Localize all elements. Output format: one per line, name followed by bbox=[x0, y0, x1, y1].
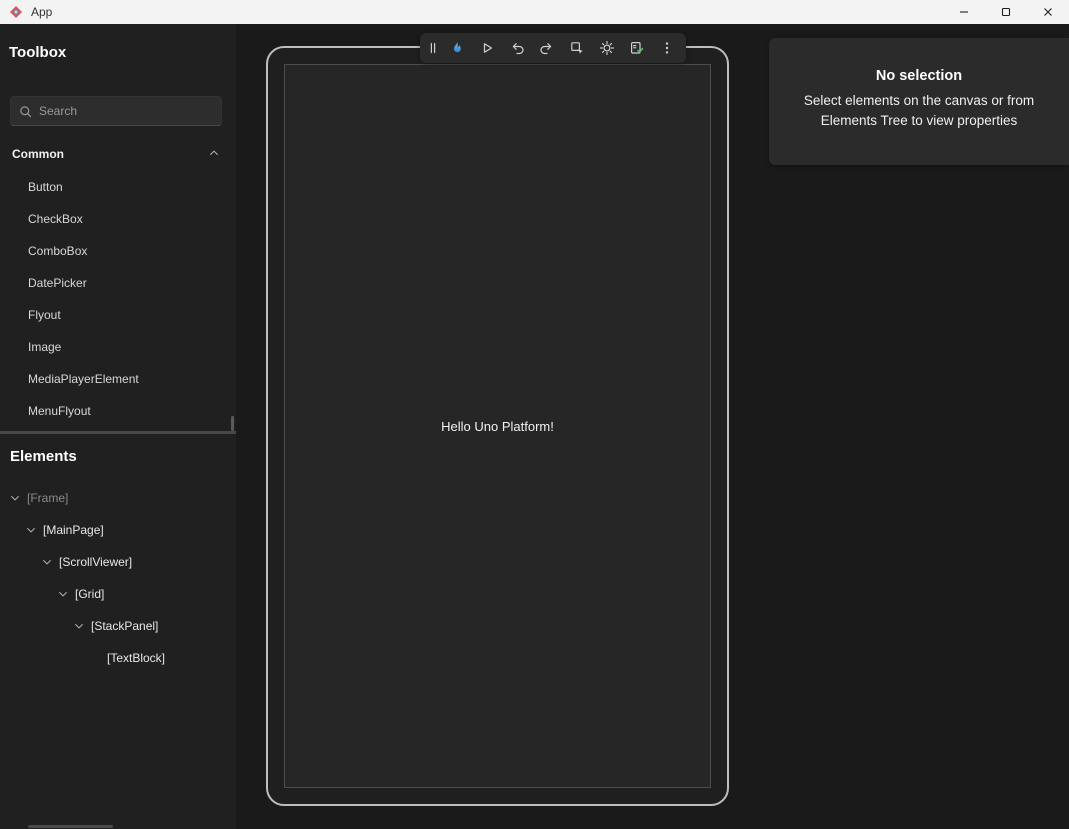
redo-icon bbox=[539, 40, 555, 56]
section-label: Common bbox=[12, 147, 208, 161]
hot-reload-flame-button[interactable] bbox=[443, 35, 471, 61]
toolbox-title: Toolbox bbox=[0, 24, 236, 61]
device-frame: Hello Uno Platform! bbox=[266, 46, 729, 806]
search-input[interactable] bbox=[39, 104, 213, 118]
no-selection-title: No selection bbox=[769, 68, 1069, 84]
tree-node-mainpage[interactable]: [MainPage] bbox=[0, 514, 236, 546]
tree-node-label: [ScrollViewer] bbox=[59, 555, 132, 569]
play-button[interactable] bbox=[473, 35, 501, 61]
undo-icon bbox=[509, 40, 525, 56]
toolbox-item-flyout[interactable]: Flyout bbox=[0, 299, 236, 331]
no-selection-message: Select elements on the canvas or from El… bbox=[788, 91, 1050, 132]
chevron-down-icon[interactable] bbox=[72, 620, 86, 632]
more-icon bbox=[659, 40, 675, 56]
tree-node-scrollviewer[interactable]: [ScrollViewer] bbox=[0, 546, 236, 578]
chevron-up-icon bbox=[208, 147, 220, 162]
tree-node-label: [Frame] bbox=[27, 491, 68, 505]
search-icon bbox=[19, 105, 32, 118]
toolbox-item-passwordbox[interactable]: PasswordBox bbox=[0, 427, 236, 431]
tree-node-label: [TextBlock] bbox=[107, 651, 165, 665]
toolbox-item-combobox[interactable]: ComboBox bbox=[0, 235, 236, 267]
maximize-icon bbox=[1001, 7, 1011, 17]
play-icon bbox=[479, 40, 495, 56]
sidebar: Toolbox Common ButtonCheckBoxComboBoxDat… bbox=[0, 24, 236, 829]
toolbox-list: ButtonCheckBoxComboBoxDatePickerFlyoutIm… bbox=[0, 171, 236, 431]
elements-panel: Elements [Frame] [MainPage] [ScrollViewer]… bbox=[0, 434, 236, 829]
window-controls bbox=[943, 0, 1069, 24]
design-canvas-area: Hello Uno Platform! No selection Select … bbox=[236, 24, 1069, 829]
hot-reload-flame-icon bbox=[449, 40, 465, 56]
chevron-down-icon[interactable] bbox=[8, 492, 22, 504]
toolbox-item-datepicker[interactable]: DatePicker bbox=[0, 267, 236, 299]
toolbox-searchbox[interactable] bbox=[10, 96, 222, 126]
app-logo-icon bbox=[9, 5, 23, 19]
element-picker-button[interactable] bbox=[563, 35, 591, 61]
chevron-down-icon[interactable] bbox=[56, 588, 70, 600]
element-picker-icon bbox=[569, 40, 585, 56]
minimize-icon bbox=[959, 7, 969, 17]
tree-node-stackpanel[interactable]: [StackPanel] bbox=[0, 610, 236, 642]
titlebar: App bbox=[0, 0, 1069, 24]
toolbox-item-button[interactable]: Button bbox=[0, 171, 236, 203]
tree-node-label: [MainPage] bbox=[43, 523, 104, 537]
tree-node-frame[interactable]: [Frame] bbox=[0, 482, 236, 514]
properties-panel: No selection Select elements on the canv… bbox=[769, 38, 1069, 165]
theme-sun-button[interactable] bbox=[593, 35, 621, 61]
tree-node-textblock[interactable]: [TextBlock] bbox=[0, 642, 236, 674]
toolbox-item-checkbox[interactable]: CheckBox bbox=[0, 203, 236, 235]
elements-tree: [Frame] [MainPage] [ScrollViewer] [Grid] [St… bbox=[0, 482, 236, 674]
undo-button[interactable] bbox=[503, 35, 531, 61]
toolbox-item-mediaplayerelement[interactable]: MediaPlayerElement bbox=[0, 363, 236, 395]
design-toolbar bbox=[420, 33, 686, 63]
close-button[interactable] bbox=[1027, 0, 1069, 24]
validation-button[interactable] bbox=[623, 35, 651, 61]
toolbox-item-image[interactable]: Image bbox=[0, 331, 236, 363]
chevron-down-icon[interactable] bbox=[24, 524, 38, 536]
minimize-button[interactable] bbox=[943, 0, 985, 24]
drag-handle[interactable] bbox=[425, 35, 441, 61]
horizontal-scrollbar-thumb[interactable] bbox=[28, 825, 113, 828]
elements-title: Elements bbox=[0, 434, 236, 465]
theme-sun-icon bbox=[599, 40, 615, 56]
vertical-scrollbar-thumb[interactable] bbox=[231, 416, 234, 431]
grip-icon bbox=[425, 40, 441, 56]
window-title: App bbox=[31, 5, 52, 19]
canvas-textblock[interactable]: Hello Uno Platform! bbox=[441, 419, 554, 434]
toolbox-section-common[interactable]: Common bbox=[0, 141, 236, 167]
tree-node-label: [Grid] bbox=[75, 587, 104, 601]
maximize-button[interactable] bbox=[985, 0, 1027, 24]
tree-node-grid[interactable]: [Grid] bbox=[0, 578, 236, 610]
toolbox-item-menuflyout[interactable]: MenuFlyout bbox=[0, 395, 236, 427]
toolbox-panel: Toolbox Common ButtonCheckBoxComboBoxDat… bbox=[0, 24, 236, 431]
close-icon bbox=[1043, 7, 1053, 17]
redo-button[interactable] bbox=[533, 35, 561, 61]
more-button[interactable] bbox=[653, 35, 681, 61]
validation-icon bbox=[629, 40, 645, 56]
app-canvas[interactable]: Hello Uno Platform! bbox=[284, 64, 711, 788]
tree-node-label: [StackPanel] bbox=[91, 619, 158, 633]
chevron-down-icon[interactable] bbox=[40, 556, 54, 568]
